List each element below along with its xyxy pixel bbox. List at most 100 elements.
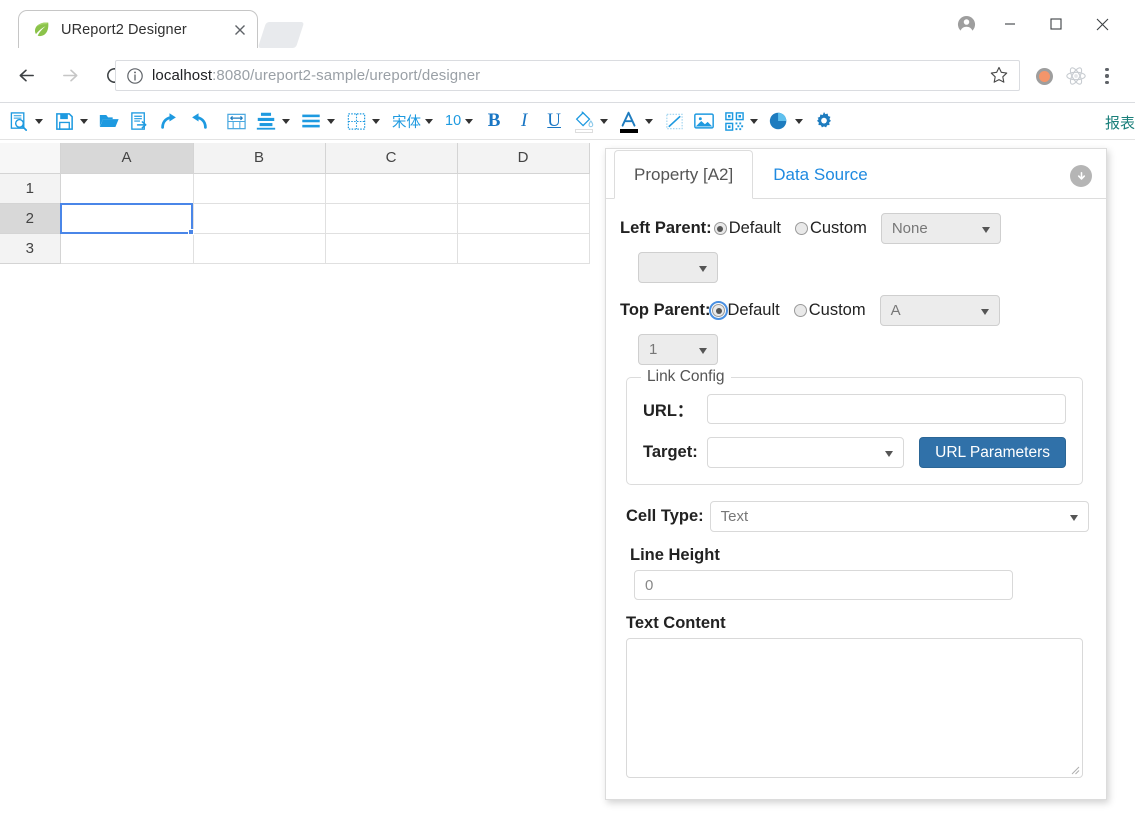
insert-chart-button[interactable] — [764, 106, 809, 136]
tab-close-icon[interactable] — [229, 19, 251, 41]
collapse-down-icon[interactable] — [1070, 165, 1092, 187]
cell-a1[interactable] — [60, 173, 193, 203]
export-report-button[interactable] — [124, 106, 154, 136]
cell-c2[interactable] — [325, 203, 457, 233]
font-size-selector[interactable]: 10 — [439, 106, 479, 136]
open-file-button[interactable] — [94, 106, 124, 136]
row-header-2[interactable]: 2 — [0, 203, 60, 233]
chevron-down-icon[interactable] — [795, 119, 803, 124]
column-header-d[interactable]: D — [457, 143, 589, 173]
chevron-down-icon[interactable] — [600, 119, 608, 124]
select-all-corner[interactable] — [0, 143, 60, 173]
top-parent-row-value: 1 — [649, 341, 657, 358]
cell-d3[interactable] — [457, 233, 589, 263]
text-content-textarea[interactable] — [626, 638, 1083, 778]
target-row: Target: URL Parameters — [643, 437, 1066, 468]
left-parent-custom-radio[interactable] — [795, 222, 808, 235]
font-family-label: 宋体 — [388, 111, 422, 132]
horizontal-align-button[interactable] — [296, 106, 341, 136]
cell-type-row: Cell Type: Text — [620, 501, 1089, 532]
left-parent-label: Left Parent: — [620, 219, 712, 238]
profile-icon[interactable] — [945, 0, 987, 48]
window-close-icon[interactable] — [1079, 9, 1125, 39]
top-parent-row-select[interactable]: 1 — [638, 334, 718, 365]
chevron-down-icon[interactable] — [750, 119, 758, 124]
chevron-down-icon[interactable] — [372, 119, 380, 124]
report-menu-label[interactable]: 报表 — [1105, 112, 1135, 133]
chevron-down-icon[interactable] — [465, 119, 473, 124]
cell-a2[interactable] — [60, 203, 193, 233]
chevron-down-icon[interactable] — [645, 119, 653, 124]
cell-b1[interactable] — [193, 173, 325, 203]
insert-qrcode-button[interactable] — [719, 106, 764, 136]
cell-b3[interactable] — [193, 233, 325, 263]
insert-image-button[interactable] — [689, 106, 719, 136]
font-color-button[interactable] — [614, 106, 659, 136]
undo-button[interactable] — [184, 106, 214, 136]
chevron-down-icon[interactable] — [282, 119, 290, 124]
font-color-icon — [616, 108, 642, 134]
clear-border-button[interactable] — [659, 106, 689, 136]
url-label: URL： — [643, 397, 707, 421]
left-parent-column-select[interactable]: None — [881, 213, 1001, 244]
chevron-down-icon[interactable] — [327, 119, 335, 124]
save-report-button[interactable] — [49, 106, 94, 136]
redo-button[interactable] — [154, 106, 184, 136]
preview-report-button[interactable] — [4, 106, 49, 136]
border-style-button[interactable] — [341, 106, 386, 136]
tab-data-source[interactable]: Data Source — [753, 150, 888, 199]
back-arrow-icon[interactable] — [8, 58, 44, 94]
top-parent-default-radio[interactable] — [712, 304, 725, 317]
row-header-1[interactable]: 1 — [0, 173, 60, 203]
cell-d2[interactable] — [457, 203, 589, 233]
url-input[interactable] — [707, 394, 1066, 424]
cell-type-value: Text — [721, 508, 749, 525]
chevron-down-icon[interactable] — [35, 119, 43, 124]
line-height-input[interactable]: 0 — [634, 570, 1013, 600]
open-file-icon — [96, 108, 122, 134]
italic-button[interactable]: I — [509, 106, 539, 136]
chevron-down-icon — [885, 451, 893, 457]
fill-color-button[interactable] — [569, 106, 614, 136]
underline-icon: U — [541, 108, 567, 134]
star-icon[interactable] — [989, 65, 1011, 87]
cell-b2[interactable] — [193, 203, 325, 233]
settings-button[interactable] — [809, 106, 839, 136]
chevron-down-icon[interactable] — [425, 119, 433, 124]
url-parameters-button[interactable]: URL Parameters — [919, 437, 1066, 468]
tab-property[interactable]: Property [A2] — [614, 150, 753, 199]
target-select[interactable] — [707, 437, 905, 468]
column-header-c[interactable]: C — [325, 143, 457, 173]
left-parent-row-select[interactable] — [638, 252, 718, 283]
cell-c3[interactable] — [325, 233, 457, 263]
cell-type-select[interactable]: Text — [710, 501, 1089, 532]
info-circle-icon[interactable] — [126, 67, 144, 85]
cell-c1[interactable] — [325, 173, 457, 203]
chevron-down-icon[interactable] — [80, 119, 88, 124]
top-parent-custom-radio[interactable] — [794, 304, 807, 317]
font-family-selector[interactable]: 宋体 — [386, 106, 439, 136]
orange-dot-extension-icon[interactable] — [1028, 60, 1060, 92]
cell-d1[interactable] — [457, 173, 589, 203]
top-parent-column-select[interactable]: A — [880, 295, 1000, 326]
left-parent-column-value: None — [892, 220, 928, 237]
column-header-a[interactable]: A — [60, 143, 193, 173]
maximize-icon[interactable] — [1033, 9, 1079, 39]
bold-button[interactable]: B — [479, 106, 509, 136]
column-header-b[interactable]: B — [193, 143, 325, 173]
kebab-menu-icon[interactable] — [1092, 60, 1122, 92]
minimize-icon[interactable] — [987, 9, 1033, 39]
merge-cells-button[interactable] — [221, 106, 251, 136]
row-header-3[interactable]: 3 — [0, 233, 60, 263]
fill-handle[interactable] — [188, 229, 194, 235]
resize-handle-icon[interactable] — [1068, 763, 1080, 775]
address-bar[interactable]: localhost:8080/ureport2-sample/ureport/d… — [115, 60, 1020, 91]
vertical-align-button[interactable] — [251, 106, 296, 136]
underline-button[interactable]: U — [539, 106, 569, 136]
browser-tab[interactable]: UReport2 Designer — [18, 10, 258, 48]
spreadsheet-grid[interactable]: A B C D 1 2 3 — [0, 143, 590, 264]
react-devtools-extension-icon[interactable] — [1060, 60, 1092, 92]
left-parent-default-radio[interactable] — [714, 222, 727, 235]
new-tab-button[interactable] — [258, 22, 304, 48]
cell-a3[interactable] — [60, 233, 193, 263]
